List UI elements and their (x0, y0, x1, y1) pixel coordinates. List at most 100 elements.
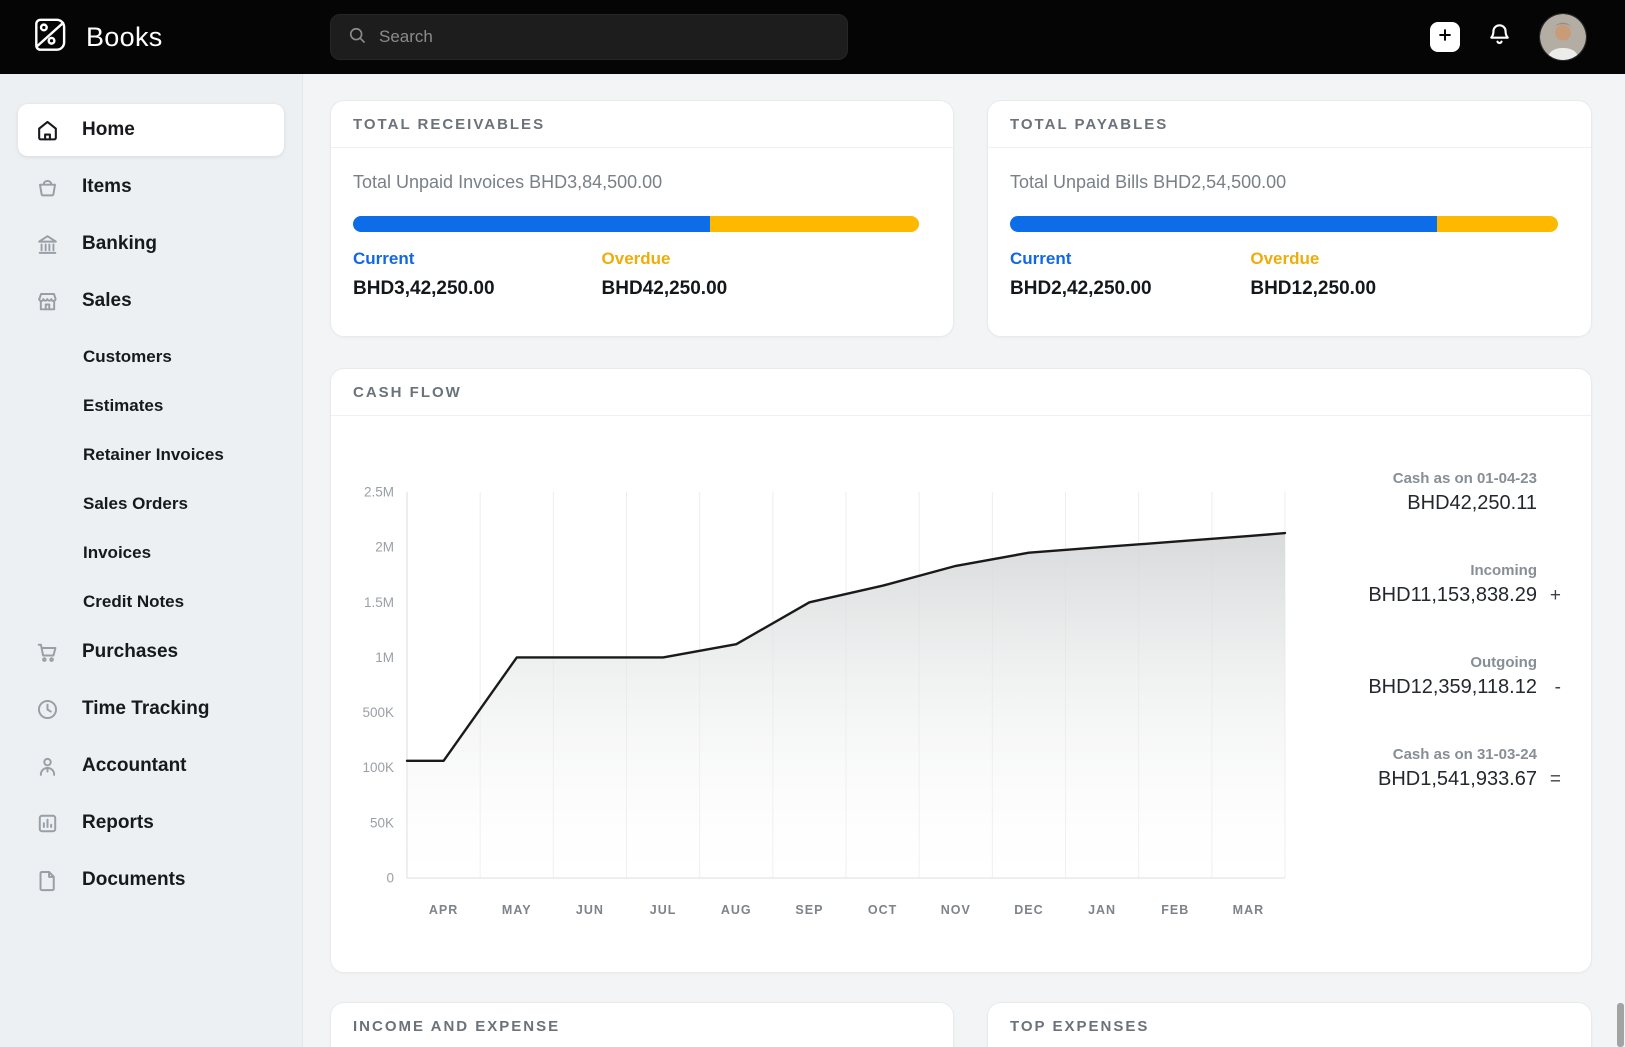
sidebar-item-sales[interactable]: Sales (18, 275, 284, 327)
sidebar-item-label: Credit Notes (83, 591, 185, 611)
svg-text:MAY: MAY (502, 903, 532, 917)
svg-text:JUN: JUN (576, 903, 604, 917)
summary-value: BHD12,359,118.12 (1368, 676, 1537, 698)
sidebar-item-label: Items (82, 176, 132, 197)
sidebar-item-invoices[interactable]: Invoices (18, 528, 284, 577)
receivables-progress-bar (353, 216, 920, 232)
sidebar-item-documents[interactable]: Documents (18, 854, 284, 906)
svg-text:MAR: MAR (1233, 903, 1264, 917)
payables-current-segment (1010, 216, 1438, 232)
sidebar-item-label: Sales (82, 290, 132, 311)
sidebar-item-label: Accountant (82, 755, 187, 776)
search-input[interactable] (379, 27, 831, 47)
svg-text:SEP: SEP (795, 903, 823, 917)
sidebar-item-label: Purchases (82, 641, 179, 662)
summary-label: Outgoing (1470, 654, 1537, 671)
svg-text:100K: 100K (362, 760, 394, 775)
search-icon (347, 25, 367, 50)
summary-value: BHD11,153,838.29 (1368, 584, 1537, 606)
svg-text:NOV: NOV (941, 903, 971, 917)
sidebar-item-purchases[interactable]: Purchases (18, 626, 284, 678)
quick-create-button[interactable] (1430, 22, 1460, 52)
app-title: Books (86, 21, 163, 52)
sidebar: Home Items Banking Sales Customers Estim… (0, 74, 303, 1047)
receivables-title: TOTAL RECEIVABLES (331, 101, 953, 148)
total-receivables-card: TOTAL RECEIVABLES Total Unpaid Invoices … (330, 100, 954, 337)
search-bar[interactable] (330, 14, 848, 60)
sidebar-item-label: Customers (83, 346, 172, 366)
sidebar-item-time-tracking[interactable]: Time Tracking (18, 683, 284, 735)
user-avatar[interactable] (1539, 13, 1587, 61)
minus-symbol: - (1554, 677, 1561, 698)
sidebar-item-label: Estimates (83, 395, 164, 415)
plus-symbol: + (1549, 585, 1561, 606)
svg-text:OCT: OCT (868, 903, 897, 917)
sidebar-item-reports[interactable]: Reports (18, 797, 284, 849)
bank-icon (34, 232, 60, 257)
receivables-subtitle: Total Unpaid Invoices BHD3,84,500.00 (353, 172, 663, 192)
document-icon (34, 868, 60, 893)
payables-overdue-segment (1437, 216, 1558, 232)
svg-text:APR: APR (429, 903, 458, 917)
person-icon (34, 754, 60, 779)
app-logo[interactable]: Books (30, 14, 303, 61)
summary-label: Incoming (1470, 562, 1537, 579)
payables-overdue-label: Overdue (1250, 249, 1320, 268)
cash-flow-card: CASH FLOW 0 50K 100K 500K 1M 1.5M 2M 2.5M APR MAY… (330, 368, 1592, 973)
sidebar-item-label: Time Tracking (82, 698, 210, 719)
vertical-scrollbar-thumb[interactable] (1617, 1003, 1624, 1047)
svg-text:AUG: AUG (721, 903, 752, 917)
svg-text:500K: 500K (362, 705, 394, 720)
cart-icon (34, 640, 60, 665)
cash-flow-chart[interactable]: 0 50K 100K 500K 1M 1.5M 2M 2.5M APR MAY JUN JUL AUG S… (341, 416, 1303, 943)
top-expenses-title: TOP EXPENSES (988, 1003, 1591, 1047)
sidebar-item-sales-orders[interactable]: Sales Orders (18, 479, 284, 528)
bar-chart-icon (34, 811, 60, 836)
notifications-button[interactable] (1486, 21, 1513, 53)
payables-current-value: BHD2,42,250.00 (1010, 278, 1152, 299)
sidebar-item-label: Home (82, 119, 135, 140)
sidebar-item-items[interactable]: Items (18, 161, 284, 213)
summary-value: BHD42,250.11 (1407, 492, 1537, 514)
sidebar-item-credit-notes[interactable]: Credit Notes (18, 577, 284, 626)
sidebar-item-estimates[interactable]: Estimates (18, 381, 284, 430)
receivables-current-label: Current (353, 249, 415, 268)
top-expenses-card: TOP EXPENSES (987, 1002, 1592, 1047)
summary-opening-cash: Cash as on 01-04-23 BHD42,250.11 (1303, 470, 1561, 515)
cash-flow-title: CASH FLOW (331, 369, 1591, 416)
summary-value: BHD1,541,933.67 (1377, 768, 1537, 790)
payables-progress-bar (1010, 216, 1558, 232)
dashboard-main: TOTAL RECEIVABLES Total Unpaid Invoices … (303, 74, 1625, 1047)
svg-text:JUL: JUL (650, 903, 677, 917)
sidebar-item-banking[interactable]: Banking (18, 218, 284, 270)
total-payables-card: TOTAL PAYABLES Total Unpaid Bills BHD2,5… (987, 100, 1592, 337)
sidebar-item-label: Documents (82, 869, 186, 890)
svg-text:2.5M: 2.5M (364, 485, 394, 500)
sidebar-item-label: Banking (82, 233, 157, 254)
sidebar-item-retainer-invoices[interactable]: Retainer Invoices (18, 430, 284, 479)
sidebar-item-label: Invoices (83, 542, 152, 562)
bell-icon (1486, 21, 1513, 53)
payables-overdue-value: BHD12,250.00 (1250, 278, 1377, 299)
sidebar-item-label: Sales Orders (83, 493, 188, 513)
svg-text:FEB: FEB (1161, 903, 1189, 917)
payables-subtitle: Total Unpaid Bills BHD2,54,500.00 (1010, 172, 1287, 192)
sidebar-item-accountant[interactable]: Accountant (18, 740, 284, 792)
summary-closing-cash: Cash as on 31-03-24 BHD1,541,933.67 = (1303, 746, 1561, 791)
equals-symbol: = (1549, 769, 1561, 790)
receivables-overdue-value: BHD42,250.00 (601, 278, 728, 299)
receivables-overdue-segment (709, 216, 920, 232)
summary-label: Cash as on 01-04-23 (1392, 470, 1537, 487)
svg-text:DEC: DEC (1014, 903, 1043, 917)
topbar: Books (0, 0, 1625, 74)
plus-icon (1436, 26, 1454, 49)
svg-text:0: 0 (386, 871, 394, 886)
summary-incoming: Incoming BHD11,153,838.29 + (1303, 562, 1561, 607)
payables-current-label: Current (1010, 249, 1072, 268)
sidebar-item-customers[interactable]: Customers (18, 332, 284, 381)
summary-outgoing: Outgoing BHD12,359,118.12- (1303, 654, 1561, 699)
sidebar-item-home[interactable]: Home (18, 104, 284, 156)
cash-flow-summary: Cash as on 01-04-23 BHD42,250.11 Incomin… (1303, 416, 1591, 943)
income-and-expense-title: INCOME AND EXPENSE (331, 1003, 953, 1047)
sidebar-item-label: Retainer Invoices (83, 444, 224, 464)
